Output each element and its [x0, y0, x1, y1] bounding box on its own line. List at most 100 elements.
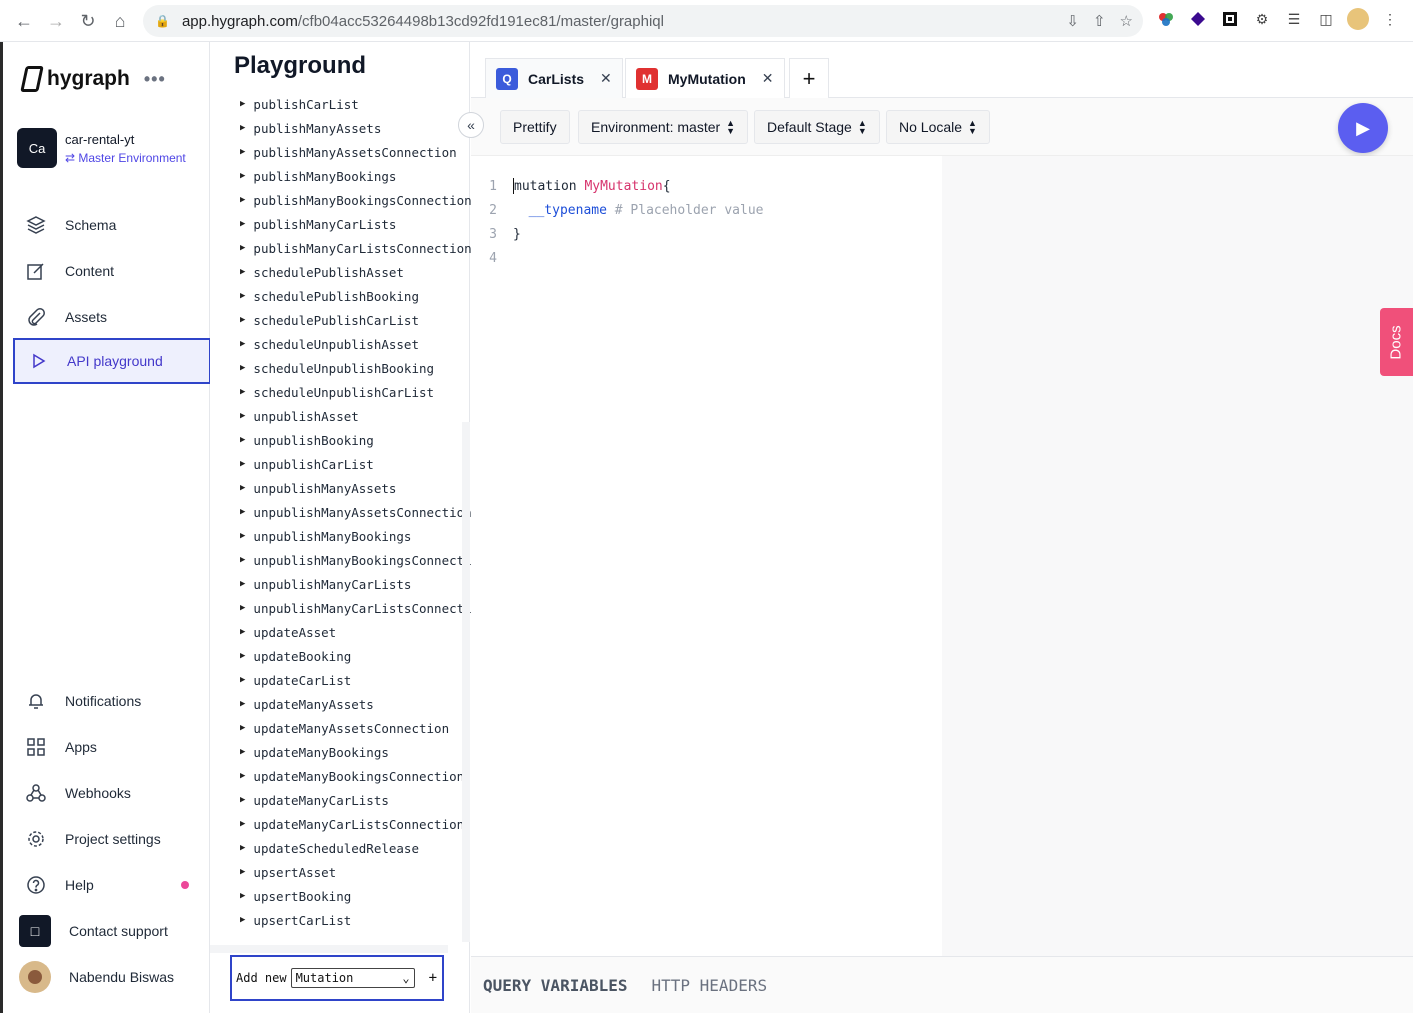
explorer-field-item[interactable]: ▶ unpublishManyCarListsConnecti [240, 596, 474, 620]
explorer-field-item[interactable]: ▶ unpublishManyAssetsConnection [240, 500, 474, 524]
explorer-field-item[interactable]: ▶ schedulePublishCarList [240, 308, 474, 332]
explorer-field-item[interactable]: ▶ updateBooking [240, 644, 474, 668]
explorer-field-item[interactable]: ▶ updateCarList [240, 668, 474, 692]
add-tab-plus-icon[interactable]: + [789, 58, 829, 98]
reload-icon[interactable]: ↻ [72, 5, 104, 37]
explorer-field-item[interactable]: ▶ updateScheduledRelease [240, 836, 474, 860]
nav-assets[interactable]: Assets [13, 294, 211, 340]
add-operation-button[interactable]: + [429, 970, 437, 986]
user-avatar [19, 961, 51, 993]
back-arrow-icon[interactable]: ← [8, 5, 40, 37]
sidepanel-icon[interactable]: ◫ [1315, 8, 1337, 30]
caret-right-icon: ▶ [240, 771, 246, 781]
nav-user-profile[interactable]: Nabendu Biswas [13, 954, 211, 1000]
explorer-field-item[interactable]: ▶ updateManyCarLists [240, 788, 474, 812]
frame-extension-icon[interactable] [1219, 8, 1241, 30]
color-extension-icon[interactable] [1155, 8, 1177, 30]
explorer-field-item[interactable]: ▶ unpublishManyBookingsConnecti [240, 548, 474, 572]
explorer-field-item[interactable]: ▶ publishManyCarListsConnection [240, 236, 474, 260]
prettify-button[interactable]: Prettify [500, 110, 570, 144]
explorer-field-item[interactable]: ▶ unpublishCarList [240, 452, 474, 476]
layers-extension-icon[interactable] [1187, 8, 1209, 30]
forward-arrow-icon[interactable]: → [40, 5, 72, 37]
stage-select[interactable]: Default Stage ▲ ▼ [754, 110, 880, 144]
close-icon[interactable]: ✕ [600, 70, 612, 87]
kebab-menu-icon[interactable]: ⋮ [1379, 8, 1401, 30]
nav-api-playground[interactable]: API playground [13, 338, 211, 384]
nav-webhooks[interactable]: Webhooks [13, 770, 211, 816]
nav-contact-support[interactable]: □ Contact support [13, 908, 211, 954]
caret-right-icon: ▶ [240, 891, 246, 901]
explorer-field-item[interactable]: ▶ updateManyAssets [240, 692, 474, 716]
nav-notifications[interactable]: Notifications [13, 678, 211, 724]
lock-icon: 🔒 [155, 14, 170, 28]
http-headers-tab[interactable]: HTTP HEADERS [652, 976, 768, 995]
explorer-field-item[interactable]: ▶ publishManyAssets [240, 116, 474, 140]
more-dots-icon[interactable]: ••• [144, 69, 166, 90]
explorer-field-item[interactable]: ▶ scheduleUnpublishBooking [240, 356, 474, 380]
explorer-field-item[interactable]: ▶ schedulePublishBooking [240, 284, 474, 308]
puzzle-extensions-icon[interactable]: ⚙ [1251, 8, 1273, 30]
variables-pane: QUERY VARIABLES HTTP HEADERS [471, 956, 1413, 1013]
hygraph-logo-icon [20, 66, 44, 92]
explorer-field-item[interactable]: ▶ publishCarList [240, 92, 474, 116]
close-icon[interactable]: ✕ [762, 70, 774, 87]
caret-right-icon: ▶ [240, 675, 246, 685]
nav-help[interactable]: Help [13, 862, 211, 908]
caret-right-icon: ▶ [240, 795, 246, 805]
explorer-field-item[interactable]: ▶ publishManyBookings [240, 164, 474, 188]
locale-select[interactable]: No Locale ▲ ▼ [886, 110, 990, 144]
explorer-field-item[interactable]: ▶ unpublishManyAssets [240, 476, 474, 500]
caret-right-icon: ▶ [240, 219, 246, 229]
docs-tab[interactable]: Docs [1380, 308, 1413, 376]
explorer-field-item[interactable]: ▶ unpublishAsset [240, 404, 474, 428]
query-editor[interactable]: 1 mutation MyMutation { 2 __typename # P… [471, 156, 942, 956]
explorer-field-item[interactable]: ▶ updateAsset [240, 620, 474, 644]
explorer-field-item[interactable]: ▶ unpublishManyBookings [240, 524, 474, 548]
tab-carlists[interactable]: Q CarLists ✕ [485, 58, 623, 98]
profile-avatar[interactable] [1347, 8, 1369, 30]
explorer-field-item[interactable]: ▶ updateManyBookingsConnection [240, 764, 474, 788]
mutation-badge: M [636, 67, 658, 90]
bookmark-star-icon[interactable]: ☆ [1120, 12, 1133, 30]
nav-schema[interactable]: Schema [13, 202, 211, 248]
media-queue-icon[interactable]: ☰ [1283, 8, 1305, 30]
explorer-field-item[interactable]: ▶ upsertCarList [240, 908, 474, 932]
browser-toolbar: ← → ↻ ⌂ 🔒 app.hygraph.com/cfb04acc532644… [0, 0, 1413, 42]
nav-project-settings[interactable]: Project settings [13, 816, 211, 862]
address-bar[interactable]: 🔒 app.hygraph.com/cfb04acc53264498b13cd9… [143, 5, 1143, 37]
explorer-field-item[interactable]: ▶ updateManyAssetsConnection [240, 716, 474, 740]
apps-grid-icon [25, 736, 47, 758]
brand-logo[interactable]: hygraph ••• [20, 66, 166, 92]
explorer-scrollbar[interactable] [462, 422, 470, 942]
brand-name: hygraph [47, 67, 130, 90]
explorer-field-item[interactable]: ▶ publishManyAssetsConnection [240, 140, 474, 164]
caret-right-icon: ▶ [240, 435, 246, 445]
explorer-field-item[interactable]: ▶ scheduleUnpublishCarList [240, 380, 474, 404]
share-icon[interactable]: ⇧ [1093, 12, 1106, 30]
project-switcher[interactable]: Ca car-rental-yt ⇄ Master Environment [17, 128, 186, 168]
chevron-down-icon: ⌄ [402, 971, 410, 985]
explorer-field-item[interactable]: ▶ updateManyBookings [240, 740, 474, 764]
run-query-button[interactable]: ▶ [1338, 103, 1388, 153]
explorer-field-item[interactable]: ▶ scheduleUnpublishAsset [240, 332, 474, 356]
explorer-field-item[interactable]: ▶ upsertBooking [240, 884, 474, 908]
explorer-field-item[interactable]: ▶ unpublishManyCarLists [240, 572, 474, 596]
install-icon[interactable]: ⇩ [1066, 12, 1079, 30]
environment-select[interactable]: Environment: master ▲ ▼ [578, 110, 749, 144]
tab-mymutation[interactable]: M MyMutation ✕ [625, 58, 785, 98]
explorer-field-item[interactable]: ▶ schedulePublishAsset [240, 260, 474, 284]
query-variables-tab[interactable]: QUERY VARIABLES [483, 976, 628, 995]
explorer-field-item[interactable]: ▶ upsertAsset [240, 860, 474, 884]
explorer-field-item[interactable]: ▶ publishManyBookingsConnection [240, 188, 474, 212]
operation-type-select[interactable]: Mutation ⌄ [290, 968, 415, 988]
nav-apps[interactable]: Apps [13, 724, 211, 770]
nav-content[interactable]: Content [13, 248, 211, 294]
bell-icon [25, 690, 47, 712]
explorer-field-item[interactable]: ▶ unpublishBooking [240, 428, 474, 452]
home-icon[interactable]: ⌂ [104, 5, 136, 37]
collapse-explorer-icon[interactable]: « [458, 112, 484, 138]
explorer-field-item[interactable]: ▶ updateManyCarListsConnection [240, 812, 474, 836]
caret-right-icon: ▶ [240, 123, 246, 133]
explorer-field-item[interactable]: ▶ publishManyCarLists [240, 212, 474, 236]
